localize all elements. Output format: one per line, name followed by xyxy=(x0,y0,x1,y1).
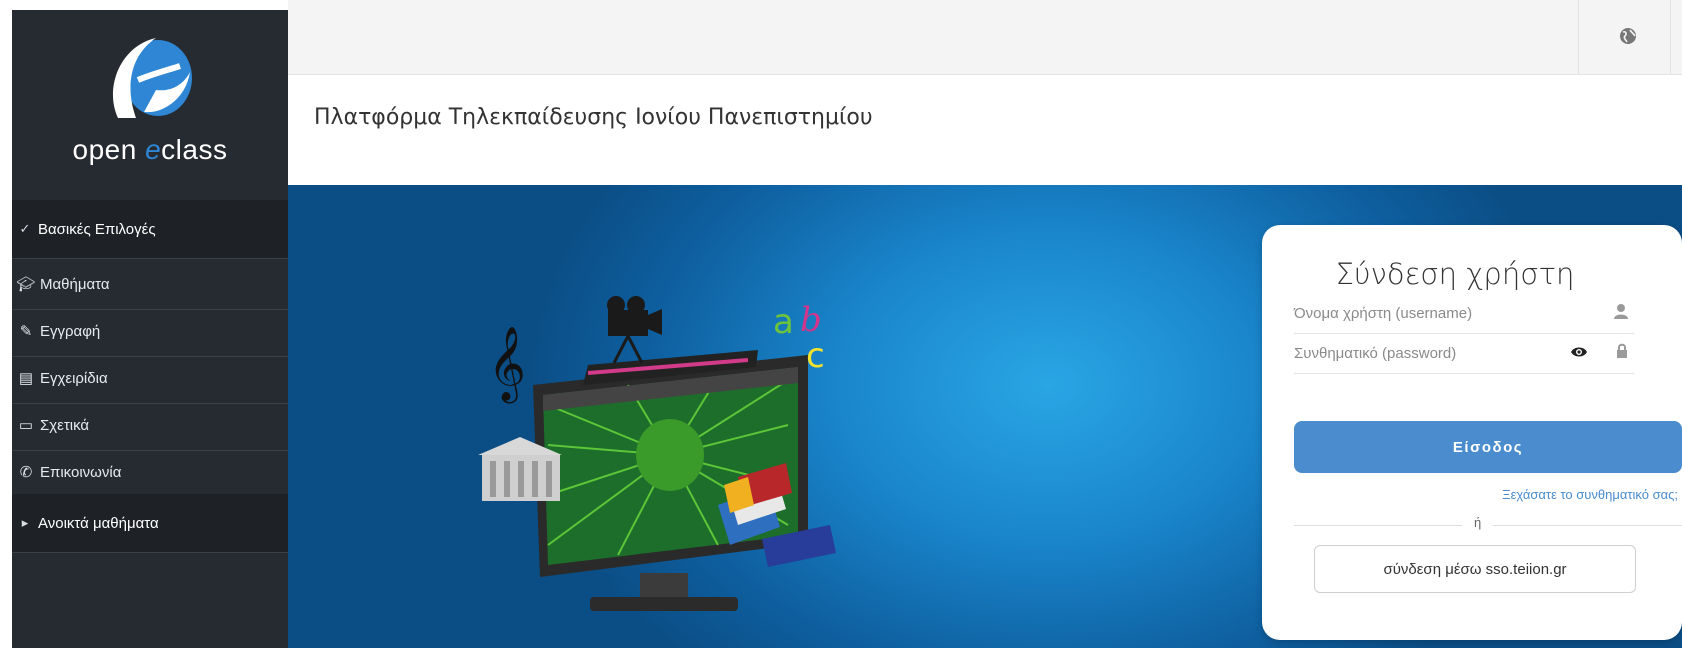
title-strip: Πλατφόρμα Τηλεκπαίδευσης Ιονίου Πανεπιστ… xyxy=(288,75,1682,185)
open-eclass-logo[interactable]: open eclass xyxy=(12,10,288,206)
login-title: Σύνδεση χρήστη xyxy=(1335,257,1575,291)
svg-text:a: a xyxy=(773,302,794,342)
sidebar-item-contact[interactable]: ✆ Επικοινωνία xyxy=(12,447,288,498)
sidebar-item-about[interactable]: ▭ Σχετικά xyxy=(12,400,288,451)
document-icon: ▤ xyxy=(18,370,34,387)
sidebar-section-label: Βασικές Επιλογές xyxy=(38,220,156,238)
forgot-password-link[interactable]: Ξεχάσατε το συνθηματικό σας; xyxy=(1502,487,1678,502)
sidebar-item-label: Επικοινωνία xyxy=(40,463,122,481)
sidebar-item-register[interactable]: ✎ Εγγραφή xyxy=(12,306,288,357)
sidebar-item-courses[interactable]: 🎓︎ Μαθήματα xyxy=(12,259,288,310)
username-placeholder: Όνομα χρήστη (username) xyxy=(1294,305,1473,322)
check-icon: ✓ xyxy=(19,221,31,236)
elearning-illustration: 𝄞 a b c xyxy=(478,296,836,611)
sidebar-section-label: Ανοικτά μαθήματα xyxy=(38,514,159,532)
sidebar-item-label: Εγγραφή xyxy=(40,322,101,340)
phone-icon: ✆ xyxy=(19,464,33,481)
svg-text:𝄞: 𝄞 xyxy=(488,327,526,404)
globe-icon[interactable] xyxy=(1618,26,1638,46)
user-icon xyxy=(1614,304,1628,319)
eclass-logo-icon xyxy=(112,38,192,118)
sidebar-section-open-courses[interactable]: ▸ Ανοικτά μαθήματα xyxy=(12,494,288,553)
lock-icon xyxy=(1617,343,1627,358)
sidebar-item-label: Σχετικά xyxy=(40,416,90,434)
header-divider xyxy=(1578,0,1579,74)
login-panel: Σύνδεση χρήστη Όνομα χρήστη (username) Σ… xyxy=(1262,225,1682,640)
svg-text:c: c xyxy=(806,336,825,376)
eye-icon[interactable] xyxy=(1570,346,1588,358)
sidebar: open eclass ✓ Βασικές Επιλογές 🎓︎ Μαθήμα… xyxy=(12,10,288,648)
edit-icon: ✎ xyxy=(19,323,33,340)
svg-text:b: b xyxy=(800,300,822,340)
login-button[interactable]: Είσοδος xyxy=(1294,421,1682,473)
card-icon: ▭ xyxy=(18,417,34,434)
chevron-right-icon: ▸ xyxy=(21,515,29,530)
sidebar-section-basic-options[interactable]: ✓ Βασικές Επιλογές xyxy=(12,200,288,259)
logo-text: open eclass xyxy=(72,134,228,165)
header-divider xyxy=(1670,0,1671,74)
sidebar-item-label: Μαθήματα xyxy=(40,275,110,293)
or-text: ή xyxy=(1462,515,1494,530)
password-placeholder: Συνθηματικό (password) xyxy=(1294,345,1457,362)
sso-login-button[interactable]: σύνδεση μέσω sso.teiion.gr xyxy=(1314,545,1636,593)
username-field[interactable]: Όνομα χρήστη (username) xyxy=(1294,293,1634,334)
page-title: Πλατφόρμα Τηλεκπαίδευσης Ιονίου Πανεπιστ… xyxy=(314,105,873,130)
graduation-cap-icon: 🎓︎ xyxy=(16,276,36,293)
sidebar-item-manuals[interactable]: ▤ Εγχειρίδια xyxy=(12,353,288,404)
top-header xyxy=(288,0,1682,75)
password-field[interactable]: Συνθηματικό (password) xyxy=(1294,333,1634,374)
sidebar-item-label: Εγχειρίδια xyxy=(40,369,108,387)
